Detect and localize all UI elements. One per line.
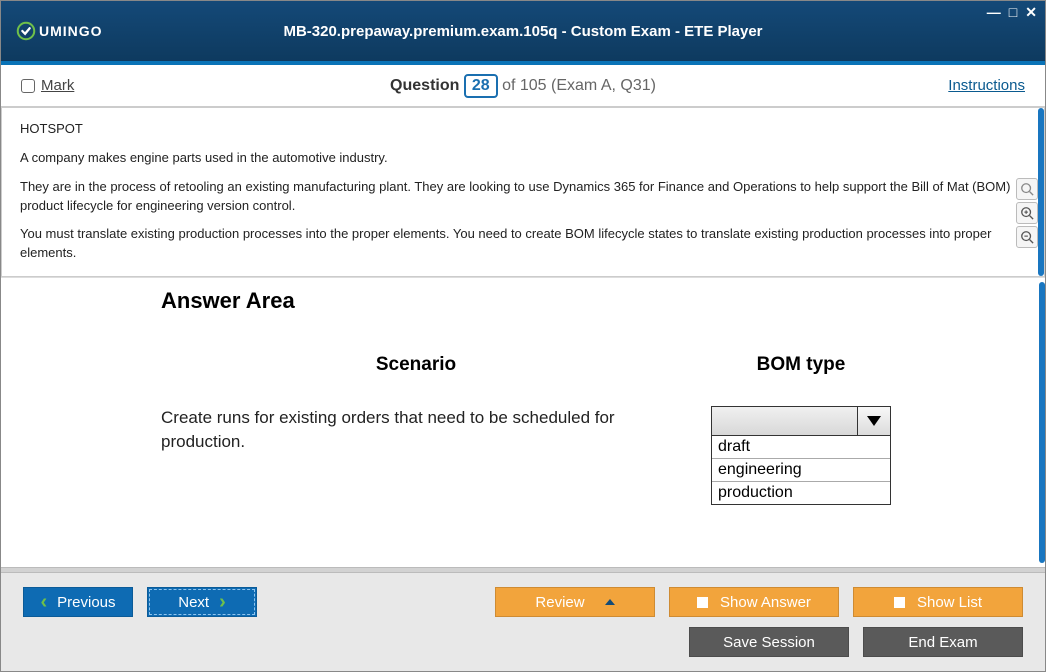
window-controls: — □ ✕: [987, 5, 1037, 19]
review-button[interactable]: Review: [495, 587, 655, 617]
zoom-out-icon[interactable]: [1016, 226, 1038, 248]
footer-row-2: Save Session End Exam: [1, 627, 1045, 671]
scenario-head: Scenario: [161, 354, 671, 376]
bom-option[interactable]: engineering: [712, 459, 890, 482]
show-answer-button[interactable]: Show Answer: [669, 587, 839, 617]
question-label: Question: [390, 77, 459, 94]
answer-area-title: Answer Area: [161, 288, 1025, 314]
chevron-down-icon[interactable]: [858, 407, 890, 435]
answer-table: Scenario Create runs for existing orders…: [161, 354, 1025, 505]
question-header: Mark Question 28 of 105 (Exam A, Q31) In…: [1, 65, 1045, 107]
checkmark-icon: [15, 20, 37, 42]
mark-checkbox[interactable]: [21, 79, 35, 93]
chevron-up-icon: [605, 599, 615, 605]
show-answer-label: Show Answer: [720, 594, 811, 611]
next-label: Next: [178, 594, 209, 611]
search-icon[interactable]: [1016, 178, 1038, 200]
question-total: of 105 (Exam A, Q31): [502, 77, 656, 94]
footer: Previous Next Review Show Answer Show Li…: [1, 567, 1045, 671]
bom-column: BOM type draft engineering production: [711, 354, 891, 505]
previous-label: Previous: [57, 594, 115, 611]
window-title: MB-320.prepaway.premium.exam.105q - Cust…: [1, 23, 1045, 40]
minimize-icon[interactable]: —: [987, 5, 1001, 19]
bom-dropdown-selected[interactable]: [712, 407, 858, 435]
bom-option[interactable]: production: [712, 482, 890, 504]
show-list-label: Show List: [917, 594, 982, 611]
next-button[interactable]: Next: [147, 587, 257, 617]
question-info: Question 28 of 105 (Exam A, Q31): [1, 74, 1045, 98]
scenario-text: Create runs for existing orders that nee…: [161, 406, 671, 454]
zoom-in-icon[interactable]: [1016, 202, 1038, 224]
show-list-checkbox[interactable]: [894, 597, 905, 608]
mark-toggle[interactable]: Mark: [21, 77, 74, 94]
question-body: HOTSPOT A company makes engine parts use…: [1, 107, 1045, 277]
bom-head: BOM type: [711, 354, 891, 376]
scrollbar[interactable]: [1038, 108, 1044, 276]
show-list-button[interactable]: Show List: [853, 587, 1023, 617]
logo-text: UMINGO: [39, 23, 103, 39]
titlebar: — □ ✕ UMINGO MB-320.prepaway.premium.exa…: [1, 1, 1045, 61]
scrollbar[interactable]: [1039, 282, 1045, 563]
show-answer-checkbox[interactable]: [697, 597, 708, 608]
review-label: Review: [535, 594, 584, 611]
question-p1: A company makes engine parts used in the…: [20, 149, 1026, 168]
maximize-icon[interactable]: □: [1009, 5, 1017, 19]
instructions-link[interactable]: Instructions: [948, 77, 1025, 94]
save-session-button[interactable]: Save Session: [689, 627, 849, 657]
question-p2: They are in the process of retooling an …: [20, 178, 1026, 216]
answer-area: Answer Area Scenario Create runs for exi…: [1, 277, 1045, 567]
end-exam-button[interactable]: End Exam: [863, 627, 1023, 657]
bom-option[interactable]: draft: [712, 436, 890, 459]
close-icon[interactable]: ✕: [1025, 5, 1037, 19]
question-number: 28: [464, 74, 498, 98]
zoom-tools: [1016, 178, 1038, 248]
question-tag: HOTSPOT: [20, 120, 1026, 139]
question-p3: You must translate existing production p…: [20, 225, 1026, 263]
previous-button[interactable]: Previous: [23, 587, 133, 617]
bom-dropdown-options: draft engineering production: [711, 436, 891, 505]
scenario-column: Scenario Create runs for existing orders…: [161, 354, 671, 505]
footer-row-1: Previous Next Review Show Answer Show Li…: [1, 573, 1045, 627]
bom-dropdown[interactable]: [711, 406, 891, 436]
mark-label: Mark: [41, 77, 74, 94]
app-logo: UMINGO: [15, 20, 103, 42]
